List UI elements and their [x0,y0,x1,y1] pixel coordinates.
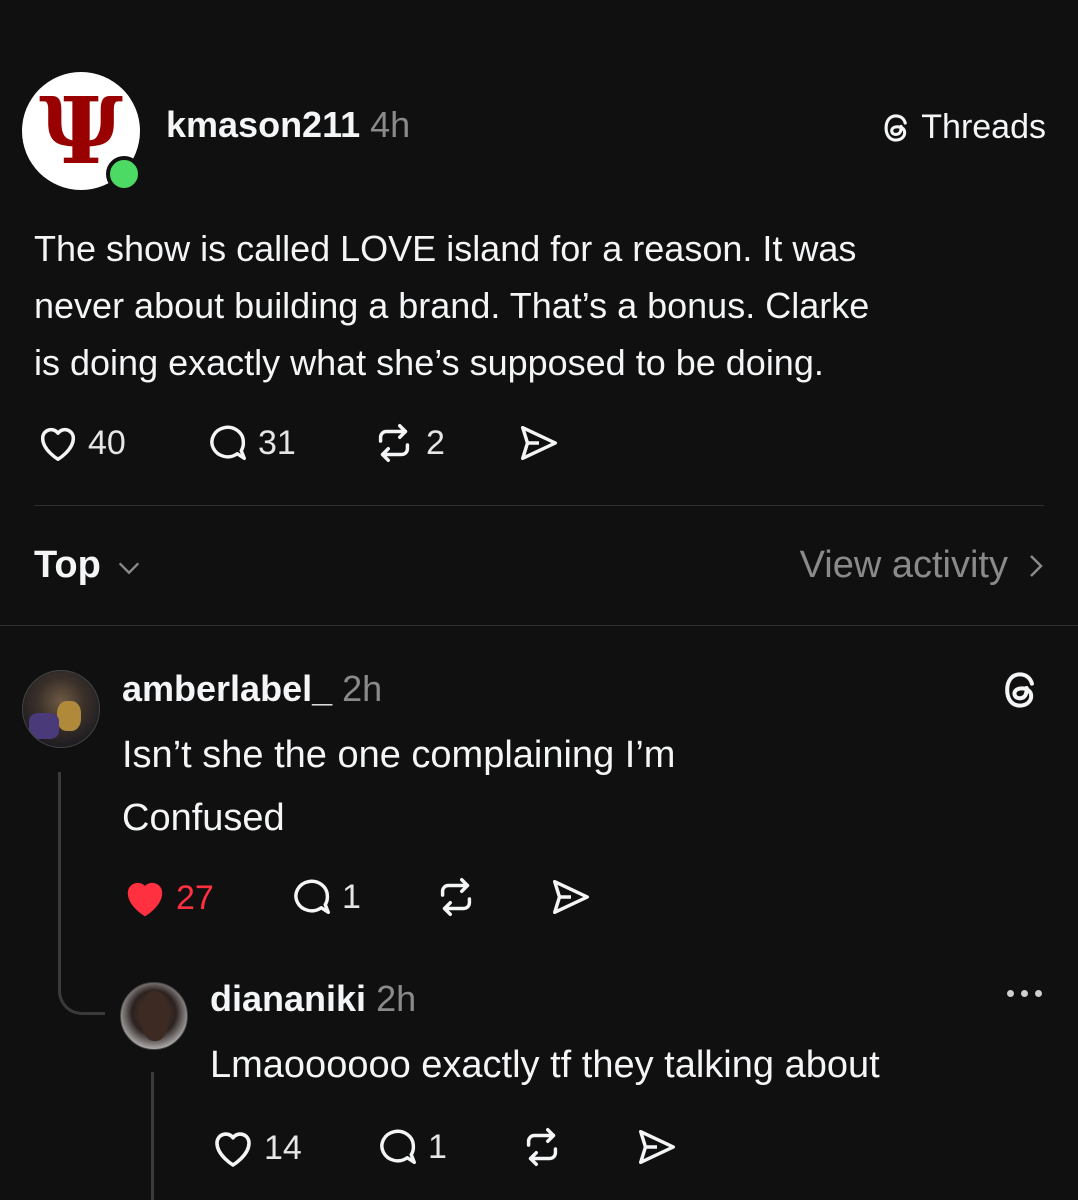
divider [34,505,1044,506]
post-reply-button[interactable]: 31 [204,420,296,466]
avatar-photo-detail [141,991,169,1041]
avatar-photo-detail [57,701,81,731]
thread-line [151,1072,154,1200]
thread-connector [58,960,105,1015]
reply-time: 2h [342,668,383,709]
post-header: kmason211 4h [166,104,410,146]
reply-like-count: 14 [264,1128,302,1167]
post-like-count: 40 [88,423,126,462]
threads-badge[interactable]: Threads [879,108,1046,147]
threads-logo-icon [1005,672,1034,708]
reply-reply-button[interactable]: 1 [288,874,361,920]
reply-threads-button[interactable] [998,668,1042,712]
reply-text-line: Confused [122,797,285,839]
sort-label: Top [34,544,101,586]
comment-icon [380,1129,417,1165]
more-options-button[interactable] [1007,990,1042,997]
heart-icon [215,1132,251,1167]
repost-icon [526,1128,558,1166]
view-activity-link[interactable]: View activity [800,544,1046,587]
post-like-button[interactable]: 40 [34,420,126,466]
reply-text: Lmaoooooo exactly tf they talking about [210,1036,880,1094]
threads-logo-icon [884,113,908,142]
post-username[interactable]: kmason211 [166,104,360,145]
threads-label: Threads [921,108,1046,146]
post-text-line: The show is called LOVE island for a rea… [34,228,857,269]
reply-avatar[interactable] [22,670,100,748]
reply-share-button[interactable] [632,1124,682,1170]
avatar-photo-detail [29,713,59,739]
post-repost-button[interactable]: 2 [368,420,445,466]
chevron-right-icon [1030,554,1043,577]
reply-reply-count: 1 [342,877,361,916]
view-activity-label: View activity [799,544,1008,586]
reply-share-button[interactable] [546,874,596,920]
reply-repost-button[interactable] [430,874,482,920]
more-icon [1007,990,1042,997]
reply-text: Isn’t she the one complaining I’m Confus… [122,724,675,850]
reply-repost-button[interactable] [516,1124,568,1170]
repost-icon [378,424,410,462]
heart-icon [127,882,163,917]
post-text-line: is doing exactly what she’s supposed to … [34,342,824,383]
post-time: 4h [370,104,411,145]
reply-reply-count: 1 [428,1127,447,1166]
reply-username[interactable]: amberlabel_ [122,668,332,709]
reply-header: amberlabel_ 2h [122,668,382,710]
reply-reply-button[interactable]: 1 [374,1124,447,1170]
post-reply-count: 31 [258,423,296,462]
share-icon [520,425,558,461]
thread-line [58,772,61,982]
reply-like-count: 27 [176,878,214,917]
heart-icon [40,427,76,462]
post-text-line: never about building a brand. That’s a b… [34,285,870,326]
online-status-dot [106,156,142,192]
reply-text-line: Lmaoooooo exactly tf they talking about [210,1044,880,1086]
reply-avatar[interactable] [120,982,188,1050]
repost-icon [440,878,472,916]
divider [0,625,1078,626]
post-repost-count: 2 [426,423,445,462]
post-share-button[interactable] [514,420,564,466]
reply-username[interactable]: diananiki [210,978,366,1019]
reply-like-button[interactable]: 14 [208,1124,302,1172]
reply-header: diananiki 2h [210,978,416,1020]
sort-dropdown[interactable]: Top [34,544,143,587]
share-icon [552,879,590,915]
comment-icon [210,425,247,461]
comment-icon [294,879,331,915]
post-text: The show is called LOVE island for a rea… [34,220,1044,391]
reply-text-line: Isn’t she the one complaining I’m [122,734,676,776]
reply-like-button[interactable]: 27 [120,874,214,922]
share-icon [638,1129,676,1165]
reply-time: 2h [376,978,417,1019]
chevron-down-icon [118,562,139,574]
